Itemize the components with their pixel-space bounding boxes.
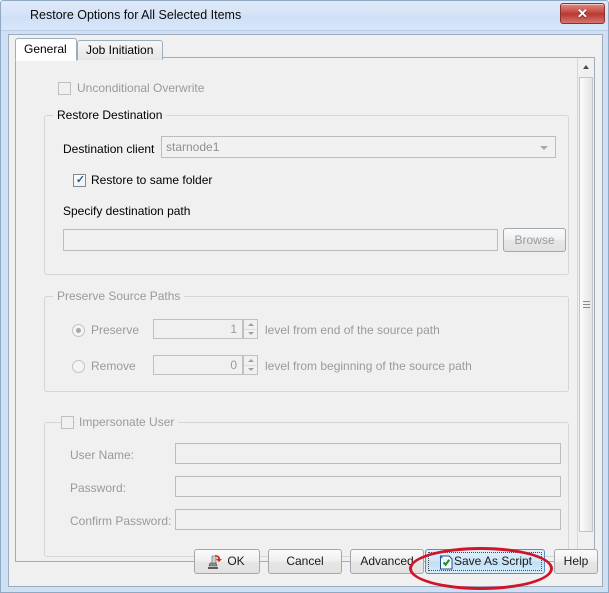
remove-levels-suffix-label: level from beginning of the source path: [265, 359, 472, 373]
impersonate-user-checkbox[interactable]: [61, 416, 74, 429]
general-tab-content: Unconditional Overwrite Restore Destinat…: [16, 58, 578, 561]
confirm-password-label: Confirm Password:: [70, 514, 171, 528]
restore-destination-group-title: Restore Destination: [53, 108, 166, 122]
confirm-password-input[interactable]: [175, 509, 561, 530]
window-title: Restore Options for All Selected Items: [30, 8, 241, 22]
restore-to-same-folder-label: Restore to same folder: [91, 173, 212, 187]
preserve-levels-suffix-label: level from end of the source path: [265, 323, 440, 337]
preserve-source-paths-group: Preserve Source Paths: [44, 296, 569, 392]
ok-button-label: OK: [209, 554, 244, 568]
title-bar: Restore Options for All Selected Items ✕: [1, 1, 609, 31]
help-button-label: Help: [564, 554, 589, 568]
preserve-levels-input[interactable]: 1: [153, 319, 243, 339]
advanced-button-label: Advanced: [360, 554, 413, 568]
cancel-button[interactable]: Cancel: [268, 549, 342, 574]
remove-radio-label: Remove: [91, 359, 136, 373]
browse-button-label: Browse: [514, 233, 554, 247]
unconditional-overwrite-checkbox[interactable]: [58, 82, 71, 95]
save-as-script-button[interactable]: Save As Script: [425, 549, 545, 574]
scrollbar-grip-icon: [583, 301, 590, 309]
preserve-levels-stepper[interactable]: [243, 319, 258, 339]
impersonate-user-group-title: Impersonate User: [75, 415, 178, 429]
user-name-input[interactable]: [175, 443, 561, 464]
user-name-label: User Name:: [70, 448, 134, 462]
stepper-down-icon[interactable]: [244, 329, 257, 338]
close-icon: ✕: [561, 6, 604, 21]
preserve-source-paths-group-title: Preserve Source Paths: [53, 289, 184, 303]
password-label: Password:: [70, 481, 126, 495]
close-button[interactable]: ✕: [560, 3, 605, 24]
preserve-radio-label: Preserve: [91, 323, 139, 337]
help-button[interactable]: Help: [554, 549, 598, 574]
restore-options-dialog: Restore Options for All Selected Items ✕…: [0, 0, 609, 593]
radio-selected-dot: [76, 328, 81, 333]
dialog-client-area: General Job Initiation Unconditional Ove…: [8, 34, 603, 587]
advanced-button[interactable]: Advanced: [350, 549, 424, 574]
scroll-up-button[interactable]: [578, 58, 594, 75]
remove-levels-stepper[interactable]: [243, 355, 258, 375]
destination-path-input[interactable]: [63, 229, 498, 251]
checkmark-icon: ✓: [75, 174, 86, 187]
destination-client-label: Destination client: [63, 142, 154, 156]
restore-to-same-folder-checkbox[interactable]: ✓: [73, 174, 86, 187]
scrollbar-thumb[interactable]: [579, 77, 593, 532]
vertical-scrollbar[interactable]: [577, 58, 594, 561]
scroll-up-arrow-icon: [583, 65, 589, 69]
remove-radio[interactable]: [72, 360, 85, 373]
tab-job-initiation[interactable]: Job Initiation: [77, 40, 163, 60]
remove-levels-input[interactable]: 0: [153, 355, 243, 375]
ok-button[interactable]: OK: [194, 549, 260, 574]
specify-destination-path-label: Specify destination path: [63, 204, 190, 218]
stepper-down-icon[interactable]: [244, 365, 257, 374]
destination-client-combobox[interactable]: starnode1: [161, 136, 556, 158]
browse-button[interactable]: Browse: [503, 228, 566, 252]
password-input[interactable]: [175, 476, 561, 497]
unconditional-overwrite-label: Unconditional Overwrite: [77, 81, 204, 95]
destination-client-value: starnode1: [166, 140, 219, 154]
general-tab-panel: Unconditional Overwrite Restore Destinat…: [15, 57, 595, 562]
tab-general[interactable]: General: [15, 38, 77, 61]
chevron-down-icon: [540, 146, 548, 150]
dialog-button-bar: OK Cancel Advanced Save As Script Hel: [9, 540, 602, 586]
cancel-button-label: Cancel: [286, 554, 323, 568]
preserve-radio[interactable]: [72, 324, 85, 337]
save-as-script-button-label: Save As Script: [438, 554, 532, 568]
